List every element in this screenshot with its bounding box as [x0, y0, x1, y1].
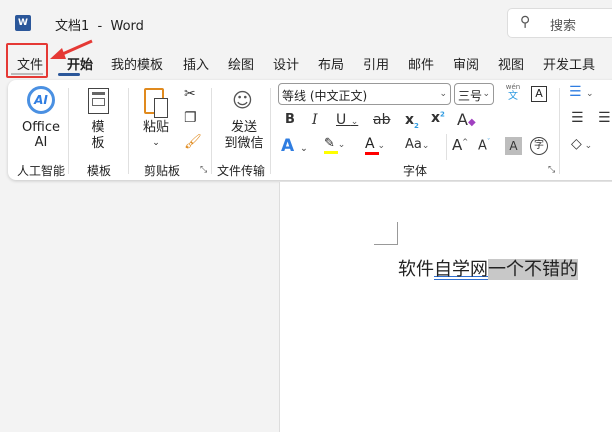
office-ai-button[interactable]: AI Office AI [18, 86, 64, 154]
group-font-label: 字体 [403, 164, 428, 178]
tab-mailings[interactable]: 邮件 [408, 54, 434, 73]
paste-icon [144, 88, 168, 118]
wechat-icon: ☺ [232, 88, 253, 112]
highlight-color-button[interactable]: ✎ ⌄ [324, 136, 354, 154]
character-border-button[interactable]: A [531, 86, 547, 102]
margin-marker [374, 222, 398, 245]
cut-icon[interactable]: ✂ [184, 86, 196, 102]
window-title: 文档1 - Word [55, 19, 144, 34]
bullets-button[interactable]: ☰ ⌄ [569, 84, 594, 100]
format-painter-icon[interactable]: 🖌 [184, 134, 202, 150]
group-clipboard-label: 剪贴板 [144, 164, 181, 178]
group-ai-label: 人工智能 [17, 164, 66, 178]
strikethrough-button[interactable]: ab [373, 112, 390, 128]
word-logo-icon: W [15, 15, 31, 31]
align-center-button[interactable]: ☰ [598, 110, 611, 126]
shrink-font-button[interactable]: Aˇ [478, 138, 490, 153]
dialog-launcher-icon[interactable]: ⤡ [200, 165, 207, 175]
highlighter-icon: ✎ [324, 136, 335, 151]
copy-icon[interactable]: ❐ [184, 110, 197, 126]
search-input: 搜索 [550, 19, 577, 34]
shading-button[interactable]: ◇ ⌄ [571, 136, 592, 152]
highlight-swatch [324, 151, 338, 154]
tab-insert[interactable]: 插入 [183, 54, 209, 73]
change-case-button[interactable]: Aa⌄ [405, 137, 429, 152]
tab-review[interactable]: 审阅 [453, 54, 479, 73]
text-effects-button[interactable]: A ⌄ [281, 136, 308, 156]
ai-icon: AI [27, 86, 55, 114]
tab-developer[interactable]: 开发工具 [543, 54, 595, 73]
template-icon [88, 88, 109, 114]
font-size-select[interactable]: 三号 ⌄ [454, 83, 494, 105]
align-left-button[interactable]: ☰ [571, 110, 584, 126]
chevron-down-icon: ⌄ [152, 138, 160, 148]
ribbon: AI Office AI 人工智能 模 板 模板 粘贴 ⌄ ✂ ❐ 🖌 剪贴板 … [8, 80, 612, 180]
underline-button[interactable]: U ⌄ [336, 112, 358, 128]
enclose-characters-button[interactable]: 字 [530, 137, 548, 155]
phonetic-guide-button[interactable]: wén 文 [503, 83, 523, 102]
font-dialog-launcher-icon[interactable]: ⤡ [548, 165, 555, 175]
italic-button[interactable]: I [312, 112, 318, 128]
tab-home[interactable]: 开始 [67, 54, 93, 73]
tab-references[interactable]: 引用 [363, 54, 389, 73]
tab-layout[interactable]: 布局 [318, 54, 344, 73]
search-icon: ⚲ [520, 14, 531, 30]
tab-design[interactable]: 设计 [273, 54, 299, 73]
font-name-select[interactable]: 等线 (中文正文) ⌄ [278, 83, 451, 105]
subscript-button[interactable]: x2 [405, 112, 419, 130]
active-tab-indicator [58, 73, 80, 76]
tab-my-templates[interactable]: 我的模板 [111, 54, 163, 73]
bold-button[interactable]: B [285, 112, 295, 127]
document-text[interactable]: 软件自学网一个不错的 [398, 256, 578, 284]
grow-font-button[interactable]: A^ [452, 136, 468, 154]
character-shading-button[interactable]: A [505, 137, 522, 155]
document-page[interactable] [279, 182, 612, 432]
tab-draw[interactable]: 绘图 [228, 54, 254, 73]
tab-view[interactable]: 视图 [498, 54, 524, 73]
search-box[interactable]: ⚲ 搜索 [507, 8, 612, 38]
clear-formatting-button[interactable]: A◆ [457, 110, 476, 129]
group-template-label: 模板 [87, 164, 112, 178]
selected-text: 一个不错的 [488, 259, 578, 280]
template-button[interactable]: 模 板 [78, 88, 118, 154]
paste-button[interactable]: 粘贴 ⌄ [136, 86, 176, 156]
group-transfer-label: 文件传输 [217, 164, 266, 178]
tab-file[interactable]: 文件 [17, 54, 43, 73]
font-color-button[interactable]: A ⌄ [365, 136, 395, 155]
font-color-swatch [365, 152, 379, 155]
send-to-wechat-button[interactable]: ☺ 发送 到微信 [216, 88, 272, 154]
link-text: 自学网 [434, 259, 488, 280]
superscript-button[interactable]: x2 [431, 110, 445, 126]
